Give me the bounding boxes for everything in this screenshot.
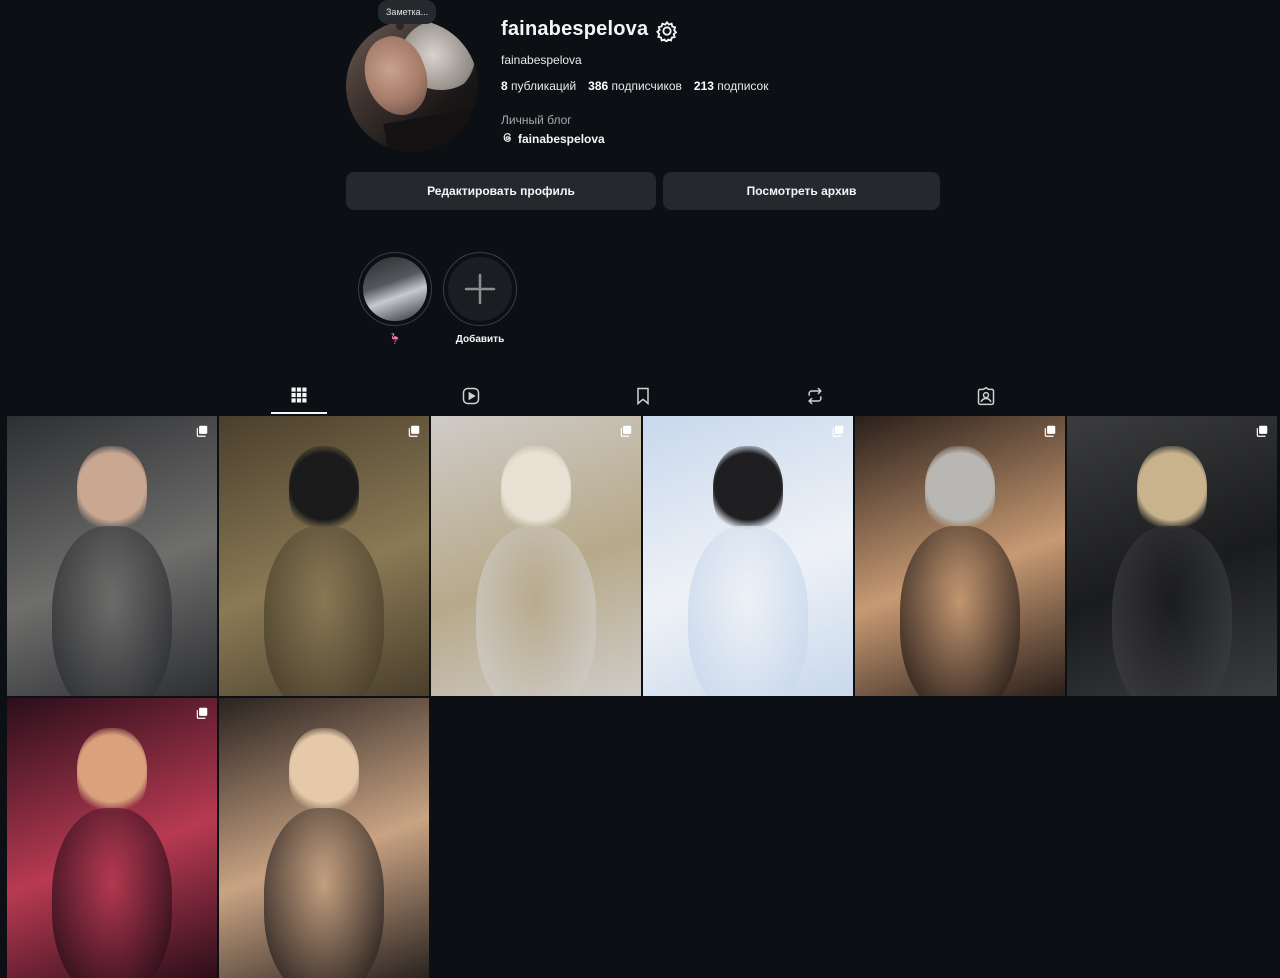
post-subject-body <box>52 808 172 978</box>
post-subject <box>1137 446 1207 536</box>
tagged-icon <box>977 386 995 406</box>
carousel-icon <box>1044 425 1056 437</box>
profile-tabs <box>0 378 1280 414</box>
repost-icon <box>808 387 822 405</box>
tab-reels[interactable] <box>443 378 499 414</box>
tab-reposts[interactable] <box>787 378 843 414</box>
post-subject <box>77 728 147 818</box>
highlight-item[interactable]: 🦩 <box>358 252 432 345</box>
post-subject <box>289 728 359 818</box>
reels-icon <box>462 387 480 405</box>
post-thumbnail[interactable] <box>219 416 429 696</box>
post-thumbnail[interactable] <box>643 416 853 696</box>
post-thumbnail[interactable] <box>431 416 641 696</box>
tab-saved[interactable] <box>615 378 671 414</box>
tab-posts[interactable] <box>271 378 327 414</box>
post-subject <box>77 446 147 536</box>
add-highlight-button[interactable]: Добавить <box>443 252 517 345</box>
highlight-label: 🦩 <box>388 334 402 345</box>
threads-link[interactable]: fainabespelova <box>501 131 605 147</box>
post-subject <box>501 446 571 536</box>
bookmark-icon <box>637 387 649 406</box>
avatar[interactable] <box>346 20 478 152</box>
post-subject-body <box>476 526 596 696</box>
note-bubble[interactable]: Заметка... <box>378 0 437 30</box>
post-subject-body <box>900 526 1020 696</box>
profile-stats: 8 публикаций 386 подписчиков 213 подписо… <box>501 79 768 93</box>
profile-username: fainabespelova <box>501 18 649 40</box>
threads-handle: fainabespelova <box>518 132 605 146</box>
post-subject-body <box>1112 526 1232 696</box>
edit-profile-button[interactable]: Редактировать профиль <box>346 172 656 210</box>
carousel-icon <box>620 425 632 437</box>
post-thumbnail[interactable] <box>7 698 217 978</box>
add-highlight-label: Добавить <box>455 334 505 345</box>
stat-posts: 8 публикаций <box>501 79 577 93</box>
plus-icon <box>464 273 496 305</box>
profile-category: Личный блог <box>501 113 572 127</box>
post-thumbnail[interactable] <box>219 698 429 978</box>
highlight-cover <box>363 257 427 321</box>
post-thumbnail[interactable] <box>855 416 1065 696</box>
post-subject <box>713 446 783 536</box>
grid-icon <box>291 387 307 403</box>
stat-followers[interactable]: 386 подписчиков <box>588 79 682 93</box>
tab-tagged[interactable] <box>958 378 1014 414</box>
post-subject-body <box>52 526 172 696</box>
carousel-icon <box>832 425 844 437</box>
profile-full-name: fainabespelova <box>501 53 582 67</box>
post-subject <box>289 446 359 536</box>
threads-icon <box>501 131 514 147</box>
view-archive-button[interactable]: Посмотреть архив <box>663 172 940 210</box>
settings-gear-icon[interactable] <box>656 20 678 44</box>
post-subject-body <box>688 526 808 696</box>
carousel-icon <box>196 707 208 719</box>
post-subject-body <box>264 526 384 696</box>
carousel-icon <box>408 425 420 437</box>
post-subject <box>925 446 995 536</box>
stat-following[interactable]: 213 подписок <box>694 79 769 93</box>
carousel-icon <box>196 425 208 437</box>
post-thumbnail[interactable] <box>7 416 217 696</box>
carousel-icon <box>1256 425 1268 437</box>
post-thumbnail[interactable] <box>1067 416 1277 696</box>
post-subject-body <box>264 808 384 978</box>
